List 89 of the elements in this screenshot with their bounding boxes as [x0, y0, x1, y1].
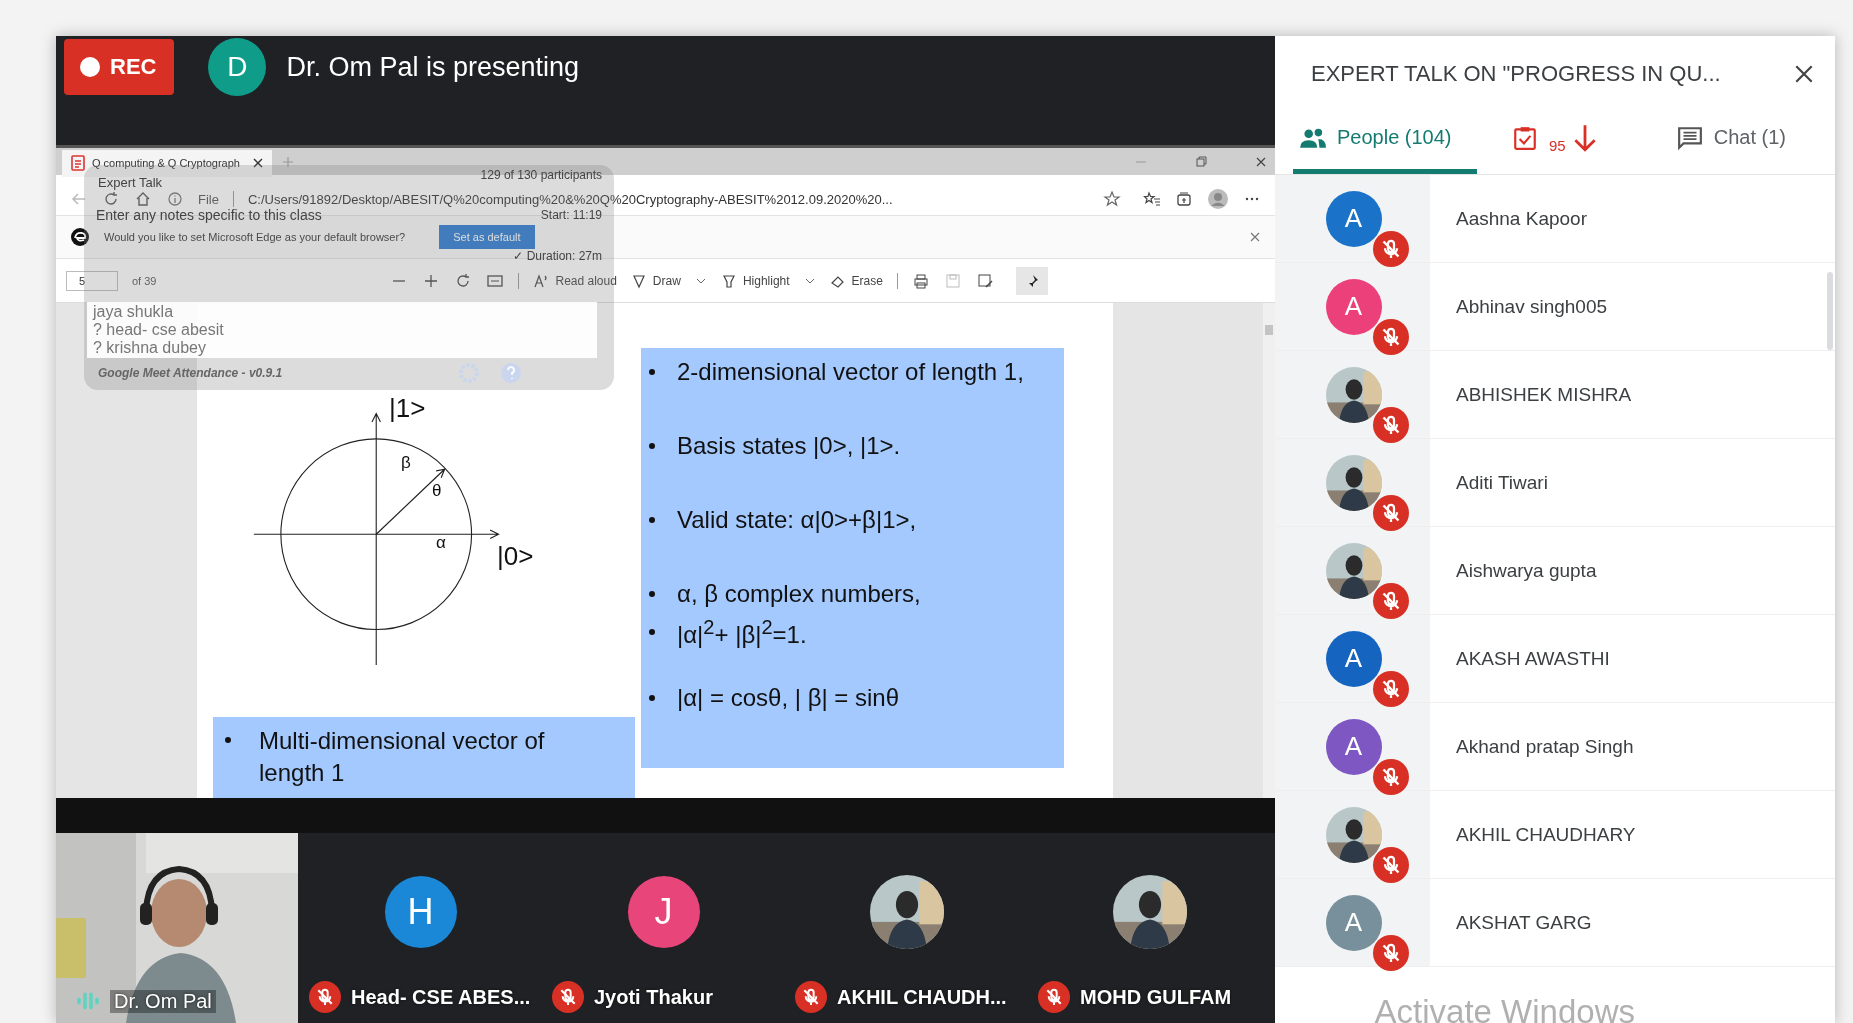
- participant-name: MOHD GULFAM: [1080, 985, 1232, 1009]
- restore-icon[interactable]: [1195, 155, 1207, 168]
- extension-version: Google Meet Attendance - v0.9.1: [98, 366, 284, 380]
- default-browser-message: Would you like to set Microsoft Edge as your default browser?: [104, 231, 406, 243]
- bullet-text: |α| = cosθ, | β| = sinθ: [677, 684, 900, 712]
- profile-icon[interactable]: [1207, 188, 1229, 210]
- avatar: A: [1325, 630, 1382, 687]
- participant-name: Dr. Om Pal: [110, 989, 216, 1013]
- duration: ✓ Duration: 27m: [513, 249, 602, 263]
- close-icon[interactable]: [1793, 63, 1815, 85]
- angle-label: β: [401, 453, 411, 473]
- bullet-icon: [649, 591, 655, 597]
- participant-name: AKHIL CHAUDH...: [837, 985, 1007, 1009]
- collections-icon[interactable]: [1175, 190, 1193, 208]
- axis-label: |1>: [389, 393, 426, 424]
- bullet-text: 2-dimensional vector of length 1,: [677, 358, 1024, 386]
- scrollbar[interactable]: [1827, 272, 1833, 350]
- bullet-icon: [649, 443, 655, 449]
- avatar: A: [1325, 190, 1382, 247]
- bullet-icon: [649, 695, 655, 701]
- participant-name[interactable]: AKASH AWASTHI: [1456, 647, 1610, 670]
- print-icon[interactable]: [911, 271, 930, 290]
- bullet-text: α, β complex numbers,: [677, 580, 921, 608]
- page-number-field[interactable]: 5: [66, 270, 118, 291]
- participant-name[interactable]: Abhinav singh005: [1456, 295, 1608, 318]
- notes-field[interactable]: Enter any notes specific to this class: [96, 207, 322, 223]
- page-count: of 39: [132, 274, 157, 287]
- participant-name[interactable]: Akhand pratap Singh: [1456, 735, 1634, 758]
- refresh-icon[interactable]: [102, 190, 120, 208]
- participant-name: Head- CSE ABES...: [351, 985, 531, 1009]
- chat-tab[interactable]: Chat (1): [1671, 106, 1790, 174]
- bullet-text: |α|$^{2}$+ |β|$^{2}$=1.: [677, 615, 807, 649]
- participant-name[interactable]: Aashna Kapoor: [1456, 207, 1587, 230]
- avatar: A: [1325, 278, 1382, 335]
- save-as-icon[interactable]: [975, 271, 994, 290]
- close-icon[interactable]: [252, 157, 264, 169]
- pin-button[interactable]: [1015, 266, 1048, 295]
- recording-badge: REC: [64, 39, 175, 95]
- start-time: Start: 11:19: [540, 208, 602, 222]
- chat-icon: [1675, 124, 1704, 151]
- bullet-icon: [225, 737, 231, 743]
- avatar: A: [1325, 718, 1382, 775]
- avatar: J: [627, 876, 700, 948]
- attendance-tab[interactable]: 95: [1507, 106, 1602, 174]
- bullet-icon: [649, 517, 655, 523]
- highlight-tool-button[interactable]: Highlight: [720, 272, 790, 289]
- highlighter-icon: [720, 272, 737, 289]
- bullet-text: Multi-dimensional vector of length 1: [259, 726, 546, 788]
- erase-tool-button[interactable]: Erase: [829, 272, 883, 289]
- star-icon[interactable]: [1103, 190, 1121, 208]
- participant-name[interactable]: AKHIL CHAUDHARY: [1456, 823, 1636, 846]
- draw-tool-button[interactable]: Draw: [630, 272, 681, 289]
- overlay-title: Expert Talk: [98, 176, 163, 190]
- avatar: A: [1325, 894, 1382, 951]
- clipboard-check-icon: [1511, 124, 1539, 151]
- edge-logo-icon: [70, 227, 90, 247]
- presenter-avatar: D: [208, 38, 267, 96]
- bullet-icon: [649, 629, 655, 635]
- read-aloud-icon: [533, 272, 550, 289]
- home-icon[interactable]: [134, 190, 152, 208]
- meeting-title: EXPERT TALK ON "PROGRESS IN QU...: [1311, 61, 1722, 87]
- bullet-text: Valid state: α|0>+β|1>,: [677, 506, 917, 534]
- angle-label: θ: [432, 481, 442, 501]
- participant-name[interactable]: AKSHAT GARG: [1456, 911, 1592, 934]
- participant-name[interactable]: ABHISHEK MISHRA: [1456, 383, 1632, 406]
- axis-label: |0>: [497, 541, 534, 572]
- participant-count: 129 of 130 participants: [480, 168, 602, 182]
- attendee-name: jaya shukla: [93, 303, 174, 321]
- attendee-name: ? head- cse abesit: [93, 321, 224, 339]
- avatar: H: [384, 876, 457, 948]
- read-tool-button[interactable]: Read aloud: [533, 272, 617, 289]
- browser-tab[interactable]: Q computing & Q Cryptograph: [62, 149, 272, 177]
- participant-name[interactable]: Aishwarya gupta: [1456, 559, 1597, 582]
- attendee-name: ? krishna dubey: [93, 339, 206, 357]
- participant-name[interactable]: Aditi Tiwari: [1456, 471, 1548, 494]
- address-scheme: File: [198, 191, 219, 207]
- scrollbar[interactable]: [1263, 303, 1275, 798]
- bullet-icon: [649, 369, 655, 375]
- bullet-text: Basis states |0>, |1>.: [677, 432, 901, 460]
- pen-icon: [630, 272, 647, 289]
- participant-name: Jyoti Thakur: [594, 985, 713, 1009]
- address-field[interactable]: C:/Users/91892/Desktop/ABESIT/Q%20computing%20&%20Q%20Cryptography-ABESIT%2012.09.2020%20...: [247, 191, 1089, 207]
- close-icon[interactable]: [1255, 155, 1267, 168]
- favorites-icon[interactable]: [1143, 190, 1161, 208]
- info-icon: [166, 190, 184, 208]
- angle-label: α: [436, 533, 446, 553]
- presenting-text: Dr. Om Pal is presenting: [286, 52, 580, 83]
- pdf-icon: [70, 155, 86, 171]
- activation-notice: Activate Windows: [1374, 993, 1635, 1023]
